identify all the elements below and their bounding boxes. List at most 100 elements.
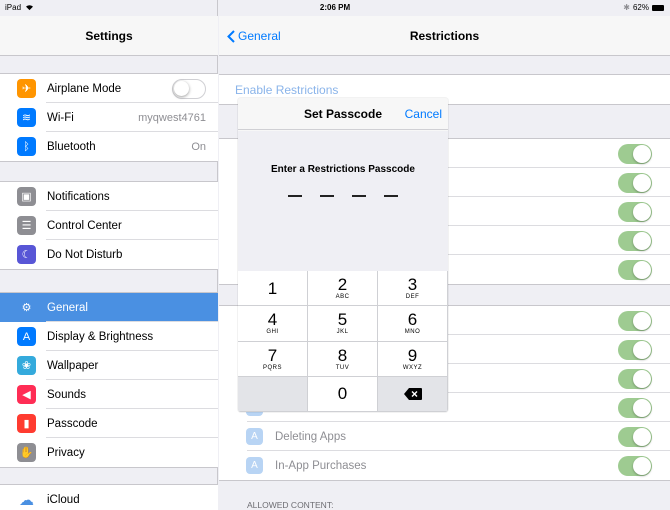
key-5[interactable]: 5 JKL	[308, 306, 378, 342]
sidebar-group: ⚙ General A Display & Brightness ❀ Wallpaper ◀…	[0, 292, 218, 468]
backspace-icon	[403, 387, 422, 400]
allow-toggle[interactable]	[618, 310, 652, 331]
sidebar-item-control-center[interactable]: ☰ Control Center	[0, 211, 218, 240]
allow-toggle[interactable]	[618, 397, 652, 418]
display-icon: A	[17, 327, 36, 346]
sidebar-group: ☁ iCloud	[0, 484, 218, 510]
sidebar-item-privacy[interactable]: ✋ Privacy	[0, 438, 218, 467]
key-1[interactable]: 1	[238, 271, 308, 307]
key-letters: WXYZ	[402, 364, 423, 371]
sidebar-item-label: Notifications	[47, 190, 110, 203]
passcode-digit-slot	[384, 195, 398, 197]
key-letters: GHI	[266, 329, 279, 336]
allowed-content-header: ALLOWED CONTENT:	[247, 500, 334, 510]
sidebar-item-label: Wallpaper	[47, 359, 99, 372]
key-digit: 2	[337, 275, 348, 295]
hand-icon: ✋	[17, 443, 36, 462]
in-app-purchases-toggle[interactable]	[618, 455, 652, 476]
sidebar-item-passcode[interactable]: ▮ Passcode	[0, 409, 218, 438]
key-8[interactable]: 8 TUV	[308, 341, 378, 377]
passcode-digit-slot	[288, 195, 302, 197]
sidebar-group: ▣ Notifications ☰ Control Center ☾ Do Not Dis…	[0, 181, 218, 270]
allow-toggle[interactable]	[618, 230, 652, 251]
passcode-prompt: Enter a Restrictions Passcode	[271, 164, 415, 175]
key-letters: MNO	[404, 329, 421, 336]
allow-toggle[interactable]	[618, 368, 652, 389]
sidebar-item-display-brightness[interactable]: A Display & Brightness	[0, 322, 218, 351]
moon-icon: ☾	[17, 245, 36, 264]
notifications-icon: ▣	[17, 187, 36, 206]
gear-icon: ⚙	[21, 302, 32, 314]
keypad-blank	[238, 376, 308, 412]
sidebar-title: Settings	[85, 29, 133, 43]
nav-bar: General Restrictions	[219, 16, 670, 56]
sidebar-item-label: Control Center	[47, 219, 122, 232]
sidebar-item-icloud[interactable]: ☁ iCloud	[0, 485, 218, 510]
key-7[interactable]: 7 PQRS	[238, 341, 308, 377]
settings-sidebar: Settings ✈ Airplane Mode ≋ Wi-Fi myqwest4761…	[0, 0, 218, 510]
allow-toggle[interactable]	[618, 201, 652, 222]
deleting-apps-row[interactable]: A Deleting Apps	[219, 422, 670, 451]
airplane-icon: ✈	[17, 79, 36, 98]
key-digit: 4	[267, 310, 278, 330]
key-4[interactable]: 4 GHI	[238, 306, 308, 342]
key-digit: 8	[337, 345, 348, 365]
key-letters: PQRS	[262, 364, 282, 371]
key-digit: 1	[267, 278, 278, 298]
sidebar-item-label: Passcode	[47, 417, 98, 430]
sidebar-item-sounds[interactable]: ◀ Sounds	[0, 380, 218, 409]
key-letters: TUV	[335, 364, 350, 371]
allow-toggle[interactable]	[618, 339, 652, 360]
key-0[interactable]: 0	[308, 376, 378, 412]
deleting-apps-toggle[interactable]	[618, 426, 652, 447]
airplane-mode-toggle[interactable]	[172, 78, 206, 99]
allow-toggle[interactable]	[618, 172, 652, 193]
page-title: Restrictions	[409, 29, 480, 43]
numeric-keypad: 1 2 ABC 3 DEF 4 GHI 5 JKL 6 MNO 7 PQRS 8 TUV 9 WXYZ 0	[238, 271, 448, 412]
allow-toggle[interactable]	[618, 143, 652, 164]
backspace-key[interactable]	[378, 376, 448, 412]
deleting-apps-label: Deleting Apps	[275, 430, 346, 443]
dialog-header: Set Passcode Cancel	[238, 98, 448, 130]
key-digit: 5	[337, 310, 348, 330]
sidebar-item-notifications[interactable]: ▣ Notifications	[0, 182, 218, 211]
sidebar-item-do-not-disturb[interactable]: ☾ Do Not Disturb	[0, 240, 218, 269]
sidebar-item-label: Airplane Mode	[47, 82, 122, 95]
battery-percent: 62%	[632, 3, 649, 12]
bluetooth-status-icon: ✱	[623, 3, 630, 12]
sidebar-item-wi-fi[interactable]: ≋ Wi-Fi myqwest4761	[0, 103, 218, 132]
passcode-digit-slot	[352, 195, 366, 197]
key-9[interactable]: 9 WXYZ	[378, 341, 448, 377]
allow-toggle[interactable]	[618, 259, 652, 280]
key-digit: 0	[337, 384, 348, 404]
sidebar-item-label: Do Not Disturb	[47, 248, 123, 261]
sidebar-item-general[interactable]: ⚙ General	[0, 293, 218, 322]
passcode-field[interactable]	[238, 195, 448, 197]
battery-icon	[652, 4, 664, 11]
sidebar-item-label: Sounds	[47, 388, 87, 401]
sidebar-item-value: myqwest4761	[138, 111, 206, 124]
key-letters: JKL	[336, 329, 349, 336]
sidebar-item-label: Display & Brightness	[47, 330, 154, 343]
passcode-digit-slot	[320, 195, 334, 197]
app-store-icon: A	[246, 457, 263, 474]
speaker-icon: ◀	[17, 385, 36, 404]
bluetooth-icon: ᛒ	[17, 137, 36, 156]
cloud-icon: ☁	[17, 490, 36, 509]
sidebar-item-bluetooth[interactable]: ᛒ Bluetooth On	[0, 132, 218, 161]
sidebar-item-label: Bluetooth	[47, 140, 96, 153]
sidebar-item-airplane-mode[interactable]: ✈ Airplane Mode	[0, 74, 218, 103]
cancel-button[interactable]: Cancel	[405, 107, 442, 121]
status-bar: iPad 2:06 PM ✱ 62%	[0, 0, 670, 16]
set-passcode-dialog: Set Passcode Cancel Enter a Restrictions…	[238, 98, 448, 412]
key-letters: ABC	[335, 294, 350, 301]
key-digit: 3	[407, 275, 418, 295]
key-3[interactable]: 3 DEF	[378, 271, 448, 307]
key-2[interactable]: 2 ABC	[308, 271, 378, 307]
key-6[interactable]: 6 MNO	[378, 306, 448, 342]
sidebar-item-wallpaper[interactable]: ❀ Wallpaper	[0, 351, 218, 380]
sidebar-item-label: Privacy	[47, 446, 85, 459]
in-app-purchases-row[interactable]: A In-App Purchases	[219, 451, 670, 480]
wallpaper-icon: ❀	[17, 356, 36, 375]
key-digit: 7	[267, 345, 278, 365]
